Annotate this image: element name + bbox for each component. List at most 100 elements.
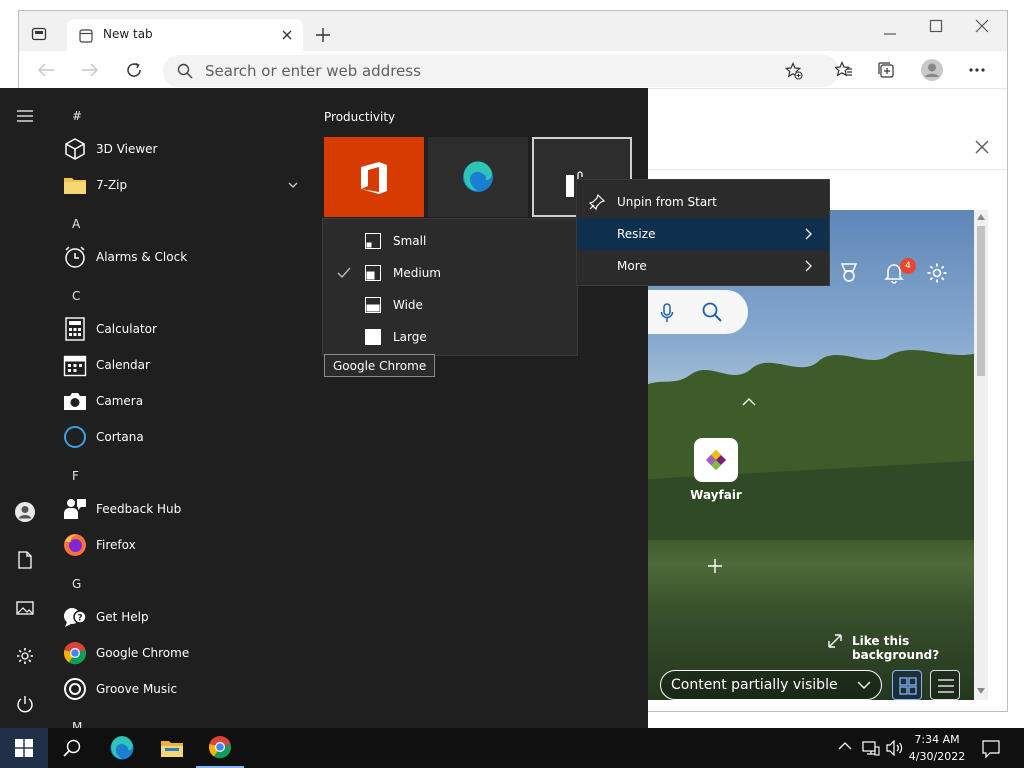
maximize-icon[interactable] bbox=[929, 19, 943, 33]
pictures-button[interactable] bbox=[0, 588, 50, 628]
tab-actions-icon[interactable] bbox=[31, 26, 47, 42]
documents-button[interactable] bbox=[0, 540, 50, 580]
like-background-link[interactable]: Like this background? bbox=[852, 634, 988, 662]
new-tab-plus-icon[interactable] bbox=[315, 27, 331, 43]
add-favorite-icon[interactable] bbox=[785, 62, 803, 80]
app-feedback-hub[interactable]: Feedback Hub bbox=[62, 492, 312, 526]
rewards-icon[interactable] bbox=[840, 262, 858, 284]
clock[interactable]: 7:34 AM 4/30/2022 bbox=[908, 731, 966, 765]
chrome-icon bbox=[62, 640, 88, 666]
tile-wide-icon bbox=[365, 297, 381, 313]
resize-menu-item[interactable]: Resize bbox=[577, 218, 829, 250]
letter-header-c[interactable]: C bbox=[72, 289, 80, 303]
app-google-chrome[interactable]: Google Chrome bbox=[62, 636, 312, 670]
resize-small-label: Small bbox=[393, 234, 427, 248]
tile-context-menu: Unpin from Start Resize More bbox=[576, 179, 830, 286]
app-get-help[interactable]: ? Get Help bbox=[62, 600, 312, 634]
app-label: Google Chrome bbox=[96, 646, 190, 660]
more-options-icon[interactable] bbox=[969, 68, 985, 72]
power-icon bbox=[17, 696, 33, 713]
resize-medium[interactable]: Medium bbox=[323, 257, 577, 289]
scroll-down-arrow-icon[interactable] bbox=[977, 688, 985, 694]
unpin-from-start[interactable]: Unpin from Start bbox=[577, 186, 829, 218]
chrome-icon bbox=[208, 736, 232, 759]
power-button[interactable] bbox=[0, 684, 50, 724]
more-menu-item[interactable]: More bbox=[577, 250, 829, 282]
taskbar-edge[interactable] bbox=[98, 728, 146, 768]
content-visibility-dropdown[interactable]: Content partially visible bbox=[660, 670, 882, 700]
tile-group-title[interactable]: Productivity bbox=[324, 110, 395, 124]
letter-header-a[interactable]: A bbox=[72, 217, 80, 231]
start-button[interactable] bbox=[0, 728, 48, 768]
tab-title: New tab bbox=[103, 27, 153, 41]
user-avatar-icon bbox=[15, 502, 35, 522]
profile-avatar-icon[interactable] bbox=[921, 59, 943, 81]
wayfair-quick-link[interactable] bbox=[694, 438, 738, 482]
address-bar[interactable]: Search or enter web address bbox=[163, 55, 839, 87]
scrollbar-thumb[interactable] bbox=[977, 226, 985, 376]
resize-small[interactable]: Small bbox=[323, 225, 577, 257]
app-label: Calendar bbox=[96, 358, 150, 372]
unpin-label: Unpin from Start bbox=[617, 195, 717, 209]
resize-submenu: Small Medium Wide Large bbox=[322, 218, 578, 356]
minimize-icon[interactable] bbox=[883, 27, 897, 41]
resize-large[interactable]: Large bbox=[323, 321, 577, 353]
expand-menu-button[interactable] bbox=[0, 96, 50, 136]
edge-icon bbox=[110, 736, 134, 760]
app-firefox[interactable]: Firefox bbox=[62, 528, 312, 562]
list-view-button[interactable] bbox=[930, 670, 960, 700]
search-icon bbox=[177, 63, 193, 79]
app-calculator[interactable]: Calculator bbox=[62, 312, 312, 346]
account-button[interactable] bbox=[0, 492, 50, 532]
app-7-zip[interactable]: 7-Zip bbox=[62, 168, 304, 202]
network-icon[interactable] bbox=[862, 740, 880, 756]
volume-icon[interactable] bbox=[886, 740, 904, 756]
back-icon[interactable] bbox=[37, 62, 55, 78]
tooltip: Google Chrome bbox=[324, 354, 436, 377]
search-submit-icon[interactable] bbox=[702, 302, 722, 322]
hamburger-icon bbox=[17, 110, 33, 122]
show-hidden-icons-icon[interactable] bbox=[838, 742, 852, 750]
app-alarms-clock[interactable]: Alarms & Clock bbox=[62, 240, 312, 274]
close-tab-icon[interactable] bbox=[281, 29, 293, 41]
taskbar-chrome[interactable] bbox=[196, 728, 244, 768]
letter-header-hash[interactable]: # bbox=[72, 109, 82, 123]
refresh-icon[interactable] bbox=[125, 61, 143, 79]
app-groove-music[interactable]: Groove Music bbox=[62, 672, 312, 706]
letter-header-g[interactable]: G bbox=[72, 577, 81, 591]
close-window-icon[interactable] bbox=[975, 19, 989, 33]
resize-wide[interactable]: Wide bbox=[323, 289, 577, 321]
app-camera[interactable]: Camera bbox=[62, 384, 312, 418]
close-infobar-icon[interactable] bbox=[975, 140, 989, 154]
favorites-icon[interactable] bbox=[835, 61, 853, 79]
tab-new-tab[interactable]: New tab bbox=[67, 19, 303, 51]
taskbar-file-explorer[interactable] bbox=[148, 728, 196, 768]
chevron-down-icon[interactable] bbox=[288, 182, 298, 188]
scroll-up-arrow-icon[interactable] bbox=[977, 214, 985, 220]
taskbar-search-button[interactable] bbox=[48, 728, 96, 768]
page-settings-icon[interactable] bbox=[926, 262, 948, 284]
add-quick-link-icon[interactable] bbox=[707, 558, 723, 574]
app-3d-viewer[interactable]: 3D Viewer bbox=[62, 132, 312, 166]
wayfair-logo-icon bbox=[706, 450, 726, 470]
letter-header-f[interactable]: F bbox=[72, 469, 79, 483]
scroll-up-caret-icon[interactable] bbox=[742, 398, 756, 406]
tile-chrome-glyph bbox=[566, 175, 574, 197]
landscape-trees bbox=[630, 350, 988, 540]
tile-office[interactable] bbox=[324, 137, 424, 217]
app-cortana[interactable]: Cortana bbox=[62, 420, 312, 454]
settings-button[interactable] bbox=[0, 636, 50, 676]
letter-header-m[interactable]: M bbox=[72, 720, 82, 728]
feedback-hub-icon bbox=[62, 496, 88, 522]
page-scrollbar[interactable] bbox=[974, 210, 988, 700]
tile-small-icon bbox=[365, 233, 381, 249]
app-calendar[interactable]: Calendar bbox=[62, 348, 312, 382]
tile-microsoft-edge[interactable] bbox=[428, 137, 528, 217]
action-center-icon[interactable] bbox=[982, 740, 1000, 758]
microphone-icon[interactable] bbox=[660, 303, 674, 323]
forward-icon[interactable] bbox=[81, 62, 99, 78]
collections-icon[interactable] bbox=[877, 61, 895, 79]
grid-view-button[interactable] bbox=[892, 670, 922, 700]
app-label: Camera bbox=[96, 394, 144, 408]
resize-wide-label: Wide bbox=[393, 298, 423, 312]
